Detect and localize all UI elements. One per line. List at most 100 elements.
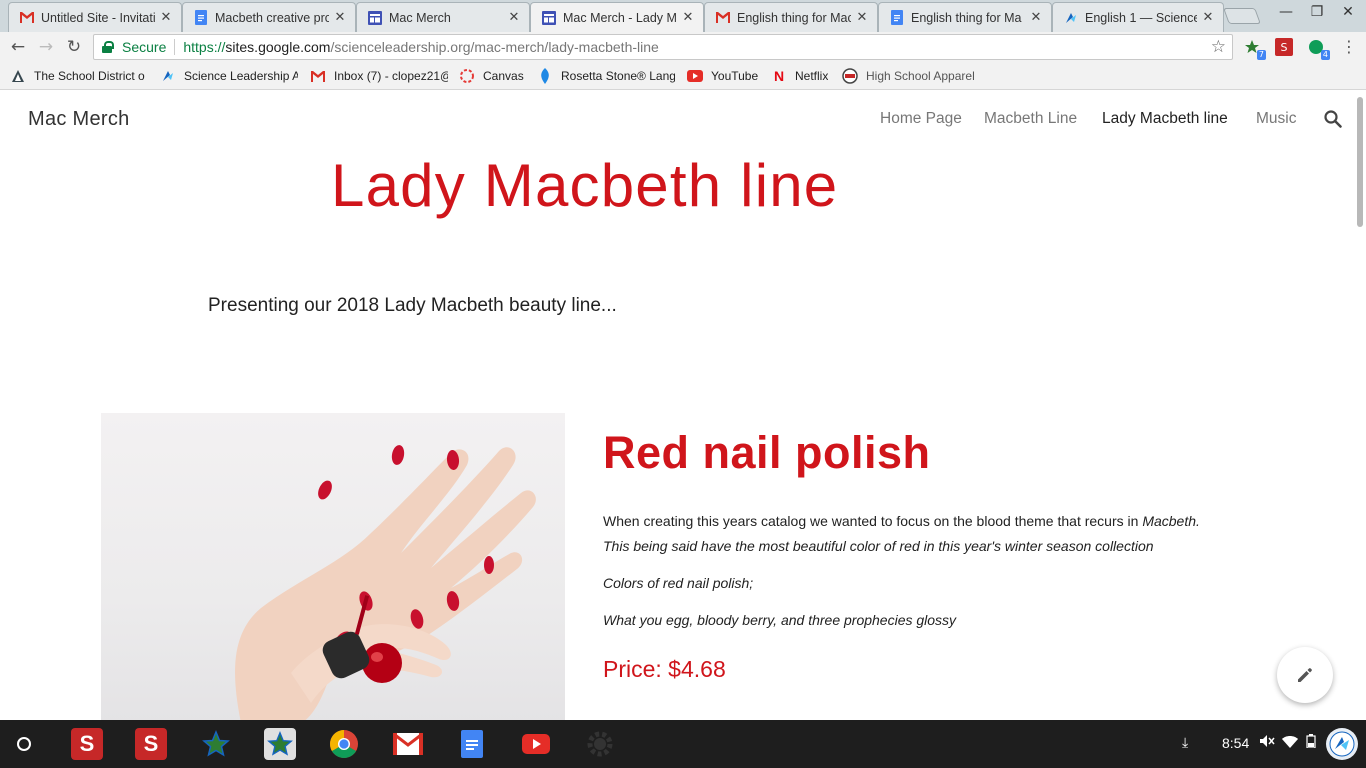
- close-window-icon[interactable]: ✕: [1337, 4, 1359, 20]
- page-scrollbar[interactable]: [1357, 97, 1363, 227]
- colors-list-text: What you egg, bloody berry, and three pr…: [603, 612, 957, 628]
- edit-fab-button[interactable]: [1277, 647, 1333, 703]
- netflix-icon: N: [773, 68, 785, 84]
- close-tab-icon[interactable]: ✕: [855, 10, 869, 25]
- canvas-icon: [459, 68, 475, 84]
- google-docs-icon: [193, 10, 209, 26]
- nav-music[interactable]: Music: [1256, 110, 1296, 128]
- settings-icon[interactable]: [584, 728, 616, 760]
- forward-arrow-icon[interactable]: →: [35, 36, 57, 58]
- bookmark-canvas[interactable]: Canvas: [459, 68, 529, 84]
- product-description-2: This being said have the most beautiful …: [603, 538, 1154, 554]
- bookmark-netflix[interactable]: N Netflix: [771, 68, 833, 84]
- apparel-icon: [842, 68, 858, 84]
- close-tab-icon[interactable]: ✕: [681, 10, 695, 25]
- youtube-icon: [687, 68, 703, 84]
- close-tab-icon[interactable]: ✕: [159, 10, 173, 25]
- bookmark-high-school-apparel[interactable]: High School Apparel: [842, 68, 982, 84]
- description-italic: This being said have the most beautiful …: [603, 538, 1154, 554]
- tab-title: Mac Merch: [389, 10, 451, 25]
- intro-text: Presenting our 2018 Lady Macbeth beauty …: [208, 295, 617, 316]
- clock[interactable]: 8:54: [1222, 735, 1249, 751]
- address-bar[interactable]: Secure https://sites.google.com/sciencel…: [93, 34, 1233, 60]
- extension-badge: 7: [1256, 50, 1266, 60]
- tab-mac-merch[interactable]: Mac Merch ✕: [356, 2, 530, 32]
- product-title: Red nail polish: [603, 427, 931, 478]
- site-title[interactable]: Mac Merch: [28, 108, 130, 131]
- product-description-1: When creating this years catalog we want…: [603, 513, 1200, 529]
- chrome-icon[interactable]: [328, 728, 360, 760]
- url-host: sites.google.com: [225, 39, 331, 55]
- download-icon[interactable]: ⤓: [1182, 734, 1188, 751]
- tab-english-1[interactable]: English 1 — Science ✕: [1052, 2, 1224, 32]
- search-icon[interactable]: [1323, 109, 1343, 129]
- extension-badge: 4: [1320, 50, 1330, 60]
- nav-lady-macbeth-line[interactable]: Lady Macbeth line: [1102, 110, 1228, 128]
- schoology-icon[interactable]: S: [135, 728, 167, 760]
- product-colors-label: Colors of red nail polish;: [603, 575, 753, 591]
- bookmark-star-icon[interactable]: ☆: [1211, 37, 1226, 57]
- schoology-extension-icon[interactable]: S: [1275, 38, 1293, 56]
- bookmark-school-district[interactable]: The School District o: [10, 68, 147, 84]
- reload-icon[interactable]: ↻: [63, 36, 85, 58]
- wifi-icon[interactable]: [1282, 735, 1298, 751]
- launcher-icon[interactable]: [17, 737, 31, 751]
- nav-macbeth-line[interactable]: Macbeth Line: [984, 110, 1077, 128]
- browser-toolbar: ← → ↻ Secure https://sites.google.com/sc…: [0, 32, 1366, 62]
- close-tab-icon[interactable]: ✕: [1029, 10, 1043, 25]
- description-text: When creating this years catalog we want…: [603, 513, 1143, 529]
- url-scheme: https://: [183, 39, 226, 55]
- tab-macbeth-creative[interactable]: Macbeth creative pro ✕: [182, 2, 356, 32]
- back-arrow-icon[interactable]: ←: [7, 36, 29, 58]
- colors-label-text: Colors of red nail polish;: [603, 575, 754, 591]
- close-tab-icon[interactable]: ✕: [1201, 10, 1215, 25]
- url-path: /scienceleadership.org/mac-merch/lady-ma…: [330, 39, 659, 55]
- macbeth-italic: Macbeth.: [1142, 513, 1200, 529]
- sla-icon: [1063, 10, 1079, 26]
- gmail-icon: [310, 68, 326, 84]
- secure-label: Secure: [122, 39, 167, 55]
- close-tab-icon[interactable]: ✕: [333, 10, 347, 25]
- os-shelf: S S ⤓ 8:54: [0, 720, 1366, 768]
- tab-english-thing-doc[interactable]: English thing for Ma ✕: [878, 2, 1052, 32]
- divider: [174, 39, 176, 55]
- rosetta-stone-icon: [537, 68, 553, 84]
- bookmark-manager-extension-icon[interactable]: 7: [1243, 38, 1266, 60]
- tab-untitled-site[interactable]: Untitled Site - Invitati ✕: [8, 2, 182, 32]
- minimize-icon[interactable]: —: [1275, 4, 1297, 20]
- nav-home-page[interactable]: Home Page: [880, 110, 962, 128]
- close-tab-icon[interactable]: ✕: [507, 10, 521, 25]
- schoology-icon[interactable]: S: [71, 728, 103, 760]
- school-district-icon: [10, 68, 26, 84]
- tab-english-thing-mail[interactable]: English thing for Mac ✕: [704, 2, 878, 32]
- mute-icon[interactable]: [1259, 734, 1275, 751]
- product-image-nail-polish: [101, 413, 565, 720]
- bookmark-rosetta-stone[interactable]: Rosetta Stone® Lang: [537, 68, 675, 84]
- gmail-icon: [715, 10, 731, 26]
- tab-lady-macbeth-active[interactable]: Mac Merch - Lady Ma ✕: [530, 2, 704, 32]
- google-docs-icon[interactable]: [456, 728, 488, 760]
- avatar[interactable]: [1326, 728, 1358, 760]
- gmail-icon[interactable]: [392, 728, 424, 760]
- tab-strip: Untitled Site - Invitati ✕ Macbeth creat…: [0, 0, 1366, 32]
- tab-title: English thing for Mac: [737, 10, 851, 25]
- battery-icon[interactable]: [1306, 734, 1316, 751]
- sla-icon: [160, 68, 176, 84]
- bookmark-inbox[interactable]: Inbox (7) - clopez21@: [310, 68, 448, 84]
- bookmark-science-leadership[interactable]: Science Leadership A: [160, 68, 298, 84]
- product-price: Price: $4.68: [603, 656, 726, 682]
- bookmark-youtube[interactable]: YouTube: [687, 68, 763, 84]
- hangouts-extension-icon[interactable]: 4: [1307, 38, 1330, 60]
- new-tab-button[interactable]: [1223, 8, 1261, 24]
- star-app-icon[interactable]: [200, 728, 232, 760]
- maximize-icon[interactable]: ❐: [1306, 4, 1328, 20]
- star-app-icon[interactable]: [264, 728, 296, 760]
- tab-title: Macbeth creative pro: [215, 10, 329, 25]
- google-sites-icon: [541, 10, 557, 26]
- menu-kebab-icon[interactable]: ⋮: [1338, 36, 1360, 58]
- tab-title: English thing for Ma: [911, 10, 1022, 25]
- gmail-icon: [19, 10, 35, 26]
- site-page: Mac Merch Home Page Macbeth Line Lady Ma…: [0, 91, 1366, 720]
- youtube-icon[interactable]: [520, 728, 552, 760]
- tab-title: Untitled Site - Invitati: [41, 10, 155, 25]
